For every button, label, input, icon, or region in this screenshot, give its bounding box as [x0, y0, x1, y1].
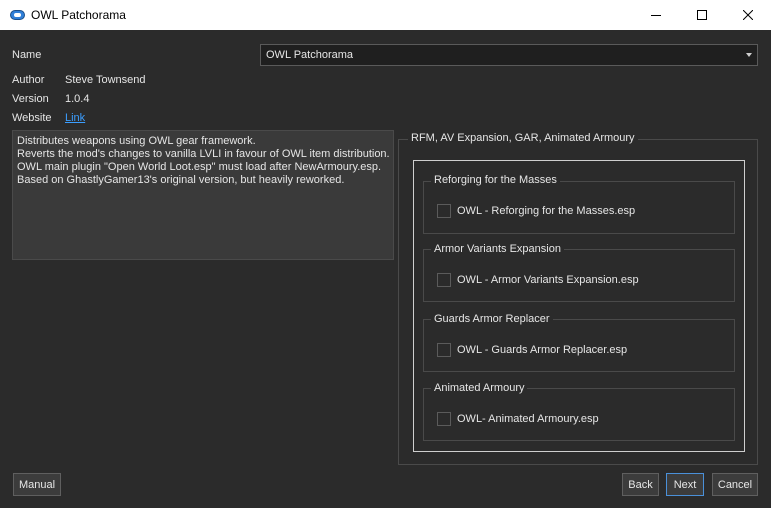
back-button[interactable]: Back [622, 473, 659, 496]
close-icon [743, 10, 753, 20]
option-group-title: Reforging for the Masses [431, 174, 560, 186]
option-group-title: Armor Variants Expansion [431, 243, 564, 255]
name-value: OWL Patchorama [266, 49, 354, 61]
name-dropdown[interactable]: OWL Patchorama [260, 44, 758, 66]
minimize-icon [651, 15, 661, 16]
manual-button[interactable]: Manual [13, 473, 61, 496]
maximize-icon [697, 10, 707, 20]
option-label[interactable]: OWL - Reforging for the Masses.esp [457, 205, 635, 217]
description-line: Based on GhastlyGamer13's original versi… [17, 174, 345, 186]
minimize-button[interactable] [633, 0, 679, 30]
author-label: Author [12, 74, 45, 86]
maximize-button[interactable] [679, 0, 725, 30]
name-label: Name [12, 49, 42, 61]
option-group-title: Guards Armor Replacer [431, 313, 553, 325]
author-value: Steve Townsend [65, 74, 146, 86]
version-label: Version [12, 93, 49, 105]
website-link[interactable]: Link [65, 112, 85, 124]
description-line: Distributes weapons using OWL gear frame… [17, 135, 256, 147]
option-label[interactable]: OWL - Armor Variants Expansion.esp [457, 274, 639, 286]
app-icon [10, 10, 25, 20]
option-checkbox[interactable] [437, 204, 451, 218]
option-checkbox[interactable] [437, 273, 451, 287]
website-label: Website [12, 112, 52, 124]
option-label[interactable]: OWL - Guards Armor Replacer.esp [457, 344, 627, 356]
option-checkbox[interactable] [437, 412, 451, 426]
window-title: OWL Patchorama [31, 8, 126, 22]
next-button[interactable]: Next [666, 473, 704, 496]
close-button[interactable] [725, 0, 771, 30]
options-group-title: RFM, AV Expansion, GAR, Animated Armoury [408, 132, 638, 144]
option-checkbox[interactable] [437, 343, 451, 357]
description-line: OWL main plugin "Open World Loot.esp" mu… [17, 161, 382, 173]
option-label[interactable]: OWL- Animated Armoury.esp [457, 413, 599, 425]
description-box[interactable]: Distributes weapons using OWL gear frame… [12, 130, 394, 260]
title-bar: OWL Patchorama [0, 0, 771, 30]
description-line: Reverts the mod's changes to vanilla LVL… [17, 148, 390, 160]
chevron-down-icon [746, 53, 752, 57]
version-value: 1.0.4 [65, 93, 90, 105]
option-group-title: Animated Armoury [431, 382, 528, 394]
cancel-button[interactable]: Cancel [712, 473, 758, 496]
